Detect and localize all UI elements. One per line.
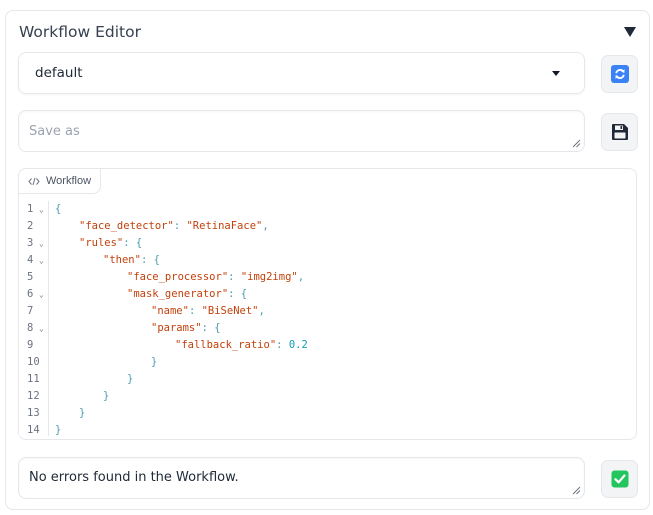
- fold-chevron-icon[interactable]: ⌄: [39, 252, 44, 269]
- code-text: "mask_generator": {: [127, 286, 247, 303]
- code-line[interactable]: 5 "face_processor": "img2img",: [19, 269, 636, 286]
- line-number: 12: [27, 390, 40, 402]
- refresh-button[interactable]: [601, 55, 638, 93]
- code-token: "img2img": [240, 271, 298, 283]
- code-line[interactable]: 1 ⌄ {: [19, 201, 636, 218]
- code-line[interactable]: 10}: [19, 354, 636, 371]
- code-token: }: [151, 356, 158, 368]
- code-token: "face_processor": [127, 271, 229, 283]
- code-token: {: [55, 203, 62, 215]
- line-number: 13: [27, 407, 40, 419]
- line-number: 3: [27, 237, 34, 249]
- code-token: }: [79, 407, 86, 419]
- code-line[interactable]: 8 ⌄ "params": {: [19, 320, 636, 337]
- code-token: ,: [297, 271, 305, 283]
- line-number: 4: [27, 254, 34, 266]
- resize-grip-icon[interactable]: [572, 139, 581, 148]
- code-line[interactable]: 7 "name": "BiSeNet",: [19, 303, 636, 320]
- line-number: 9: [27, 339, 34, 351]
- line-number: 10: [27, 356, 40, 368]
- code-line[interactable]: 4 ⌄ "then": {: [19, 252, 636, 269]
- code-token: }: [55, 424, 62, 436]
- fold-chevron-icon[interactable]: ⌄: [39, 320, 44, 337]
- status-field[interactable]: No errors found in the Workflow.: [18, 457, 585, 499]
- panel-title: Workflow Editor: [19, 23, 141, 41]
- code-token: "mask_generator": [127, 288, 229, 300]
- code-line[interactable]: 11}: [19, 371, 636, 388]
- code-token: : {: [228, 288, 248, 300]
- line-number: 6: [27, 288, 34, 300]
- save-button[interactable]: [601, 113, 638, 151]
- save-as-field[interactable]: [18, 110, 585, 152]
- code-label-text: Workflow: [46, 175, 92, 187]
- code-text: "rules": {: [79, 235, 142, 252]
- code-token: "rules": [79, 237, 124, 249]
- code-token: :: [188, 305, 202, 317]
- code-token: : {: [140, 254, 160, 266]
- chevron-down-icon: [552, 70, 560, 76]
- code-icon: [28, 177, 40, 185]
- fold-chevron-icon[interactable]: ⌄: [39, 201, 44, 218]
- code-area[interactable]: 1 ⌄ {2 "face_detector": "RetinaFace", 3 ⌄ "rul…: [19, 201, 636, 441]
- code-text: }: [55, 422, 61, 439]
- fold-chevron-icon[interactable]: ⌄: [39, 235, 44, 252]
- code-token: :: [173, 220, 187, 232]
- code-text: }: [127, 371, 133, 388]
- workflow-select[interactable]: default: [18, 52, 585, 94]
- triangle-down-icon[interactable]: [623, 26, 637, 38]
- code-token: :: [276, 339, 289, 351]
- code-token: "BiSeNet": [201, 305, 259, 317]
- code-token: : {: [201, 322, 221, 334]
- code-token: }: [127, 373, 134, 385]
- refresh-icon: [610, 65, 629, 83]
- code-line[interactable]: 14}: [19, 422, 636, 439]
- code-token: "fallback_ratio": [175, 339, 277, 351]
- line-number: 11: [27, 373, 40, 385]
- workflow-code-editor[interactable]: Workflow 1 ⌄ {2 "face_detector": "RetinaFac…: [18, 168, 637, 440]
- fold-chevron-icon[interactable]: ⌄: [39, 286, 44, 303]
- code-token: "then": [103, 254, 141, 266]
- code-text: "name": "BiSeNet",: [151, 303, 265, 320]
- code-token: ,: [258, 305, 265, 317]
- workflow-select-value: default: [35, 65, 83, 81]
- code-line[interactable]: 3 ⌄ "rules": {: [19, 235, 636, 252]
- code-token: ,: [262, 220, 269, 232]
- save-as-input[interactable]: [29, 124, 574, 139]
- code-line[interactable]: 2 "face_detector": "RetinaFace",: [19, 218, 636, 235]
- code-token: 0.2: [288, 339, 308, 351]
- code-token: "params": [151, 322, 202, 334]
- code-text: {: [55, 201, 61, 218]
- code-line[interactable]: 9 "fallback_ratio": 0.2: [19, 337, 636, 354]
- code-text: "fallback_ratio": 0.2: [175, 337, 308, 354]
- line-number: 8: [27, 322, 34, 334]
- code-text: "params": {: [151, 320, 221, 337]
- resize-grip-icon[interactable]: [572, 486, 581, 495]
- code-token: "RetinaFace": [186, 220, 263, 232]
- code-token: "face_detector": [79, 220, 174, 232]
- line-number: 14: [27, 424, 40, 436]
- line-number: 2: [27, 220, 34, 232]
- floppy-disk-icon: [611, 124, 628, 140]
- code-text: }: [103, 388, 109, 405]
- check-mark-icon: [611, 470, 628, 488]
- code-line[interactable]: 13}: [19, 405, 636, 422]
- code-token: "name": [151, 305, 189, 317]
- workflow-editor-panel: Workflow Editor default Save as Workflow…: [5, 10, 650, 510]
- code-text: }: [151, 354, 157, 371]
- code-text: }: [79, 405, 85, 422]
- line-number: 1: [27, 203, 34, 215]
- code-label: Workflow: [18, 168, 102, 194]
- code-text: "face_processor": "img2img",: [127, 269, 304, 286]
- status-message: No errors found in the Workflow.: [29, 470, 239, 485]
- code-token: }: [103, 390, 110, 402]
- code-text: "face_detector": "RetinaFace",: [79, 218, 269, 235]
- code-line[interactable]: 6 ⌄ "mask_generator": {: [19, 286, 636, 303]
- code-text: "then": {: [103, 252, 160, 269]
- validate-button[interactable]: [601, 460, 638, 498]
- line-number: 7: [27, 305, 34, 317]
- code-token: : {: [123, 237, 143, 249]
- line-number: 5: [27, 271, 34, 283]
- code-line[interactable]: 12}: [19, 388, 636, 405]
- code-token: :: [228, 271, 241, 283]
